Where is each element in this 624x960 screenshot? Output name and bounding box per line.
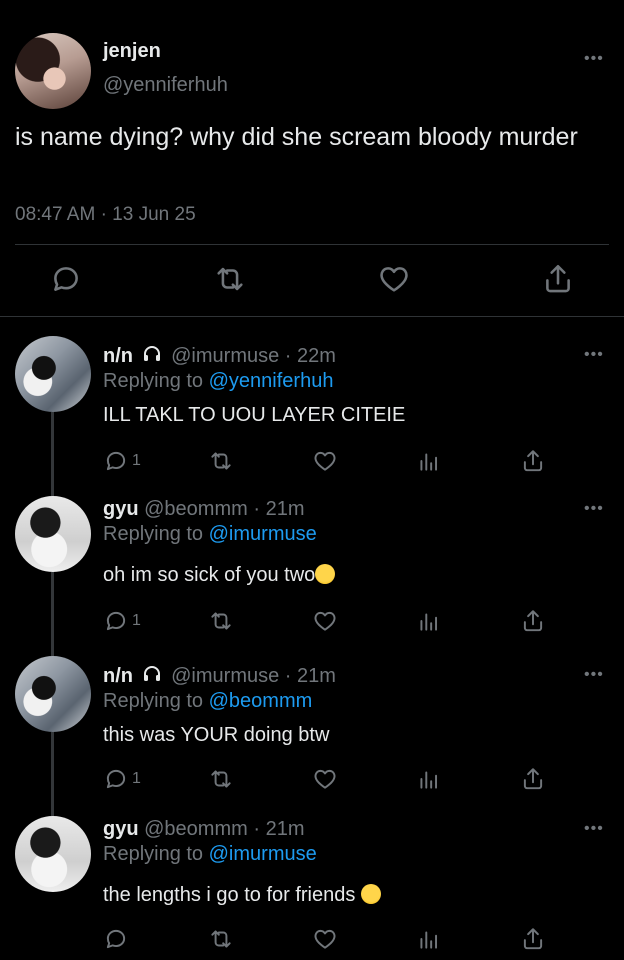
retweet-icon[interactable] (208, 766, 234, 792)
replying-to: Replying to @beommm (103, 690, 312, 713)
separator: · (284, 665, 292, 687)
more-dots-icon[interactable]: ••• (584, 346, 604, 364)
reply-actions: 1 (0, 766, 624, 796)
replying-prefix: Replying to (103, 690, 204, 712)
separator: · (284, 345, 292, 367)
avatar[interactable] (15, 816, 91, 892)
reply-count: 1 (132, 770, 141, 787)
replying-to: Replying to @yenniferhuh (103, 370, 333, 393)
retweet-icon[interactable] (208, 448, 234, 474)
like-heart-icon[interactable] (312, 766, 338, 792)
reply-header: n/n @imurmuse · 22m (103, 344, 336, 368)
author-name[interactable]: gyu (103, 498, 139, 520)
reply-header: gyu @beommm · 21m (103, 818, 304, 841)
headphones-icon (143, 346, 160, 361)
avatar[interactable] (15, 656, 91, 732)
like-heart-icon[interactable] (312, 926, 338, 952)
separator: · (253, 818, 261, 840)
analytics-icon[interactable] (416, 766, 442, 792)
share-icon[interactable] (520, 608, 546, 634)
replying-to: Replying to @imurmuse (103, 843, 317, 866)
retweet-icon[interactable] (208, 926, 234, 952)
author-name[interactable]: jenjen (103, 40, 161, 63)
reply-header: n/n @imurmuse · 21m (103, 664, 336, 688)
share-icon[interactable] (520, 766, 546, 792)
reply-header: gyu @beommm · 21m (103, 498, 304, 521)
hand-over-mouth-emoji (360, 884, 381, 904)
reply-tweet[interactable]: n/n @imurmuse · 21m ••• Replying to @beo… (0, 656, 624, 816)
replying-to: Replying to @imurmuse (103, 523, 317, 546)
retweet-icon[interactable] (208, 608, 234, 634)
analytics-icon[interactable] (416, 926, 442, 952)
reply-tweet[interactable]: gyu @beommm · 21m ••• Replying to @imurm… (0, 496, 624, 656)
author-handle[interactable]: @imurmuse (171, 665, 279, 687)
separator: · (253, 498, 261, 520)
tweet-actions (0, 262, 624, 302)
reply-icon[interactable] (103, 608, 129, 634)
author-handle[interactable]: @beommm (144, 498, 248, 520)
mention-link[interactable]: @yenniferhuh (209, 370, 334, 392)
reply-icon[interactable] (103, 448, 129, 474)
reply-time: 22m (297, 345, 336, 367)
like-heart-icon[interactable] (312, 608, 338, 634)
like-heart-icon[interactable] (312, 448, 338, 474)
reply-actions: 1 (0, 448, 624, 478)
separator: · (100, 204, 107, 225)
analytics-icon[interactable] (416, 448, 442, 474)
like-heart-icon[interactable] (377, 262, 411, 296)
author-name[interactable]: n/n (103, 345, 133, 367)
replying-prefix: Replying to (103, 843, 204, 865)
replying-prefix: Replying to (103, 523, 204, 545)
main-tweet: jenjen @yenniferhuh ••• is name dying? w… (0, 0, 624, 318)
mention-link[interactable]: @beommm (209, 690, 313, 712)
more-dots-icon[interactable]: ••• (584, 666, 604, 684)
author-name[interactable]: n/n (103, 665, 133, 687)
more-dots-icon[interactable]: ••• (584, 820, 604, 838)
crying-face-emoji (315, 564, 336, 584)
share-icon[interactable] (541, 262, 575, 296)
headphones-icon (143, 666, 160, 681)
reply-tweet[interactable]: gyu @beommm · 21m ••• Replying to @imurm… (0, 816, 624, 960)
reply-time: 21m (265, 818, 305, 840)
mention-link[interactable]: @imurmuse (209, 523, 317, 545)
reply-icon[interactable] (103, 926, 129, 952)
reply-text: ILL TAKL TO UOU LAYER CITEIE (103, 404, 406, 426)
share-icon[interactable] (520, 926, 546, 952)
reply-count: 1 (132, 612, 141, 629)
mention-link[interactable]: @imurmuse (209, 843, 317, 865)
tweet-date: 13 Jun 25 (112, 204, 196, 225)
avatar[interactable] (15, 496, 91, 572)
reply-text-content: the lengths i go to for friends (103, 884, 356, 906)
reply-text: the lengths i go to for friends (103, 884, 381, 907)
tweet-time: 08:47 AM (15, 204, 96, 225)
divider (0, 316, 624, 317)
avatar[interactable] (15, 336, 91, 412)
author-handle[interactable]: @imurmuse (171, 345, 279, 367)
more-dots-icon[interactable]: ••• (584, 50, 604, 68)
reply-actions (0, 926, 624, 956)
reply-time: 21m (265, 498, 305, 520)
divider (15, 244, 609, 245)
reply-count: 1 (132, 452, 141, 469)
reply-text-content: oh im so sick of you two (103, 564, 316, 586)
tweet-text: is name dying? why did she scream bloody… (15, 123, 578, 151)
more-dots-icon[interactable]: ••• (584, 500, 604, 518)
reply-time: 21m (297, 665, 336, 687)
retweet-icon[interactable] (213, 262, 247, 296)
avatar[interactable] (15, 33, 91, 109)
share-icon[interactable] (520, 448, 546, 474)
reply-icon[interactable] (103, 766, 129, 792)
analytics-icon[interactable] (416, 608, 442, 634)
author-handle[interactable]: @beommm (144, 818, 248, 840)
reply-icon[interactable] (49, 262, 83, 296)
reply-text: this was YOUR doing btw (103, 724, 330, 746)
reply-tweet[interactable]: n/n @imurmuse · 22m ••• Replying to @yen… (0, 336, 624, 496)
author-handle[interactable]: @yenniferhuh (103, 74, 228, 97)
reply-text: oh im so sick of you two (103, 564, 336, 587)
tweet-timestamp: 08:47 AM · 13 Jun 25 (15, 204, 196, 226)
reply-actions: 1 (0, 608, 624, 638)
replying-prefix: Replying to (103, 370, 204, 392)
author-name[interactable]: gyu (103, 818, 139, 840)
